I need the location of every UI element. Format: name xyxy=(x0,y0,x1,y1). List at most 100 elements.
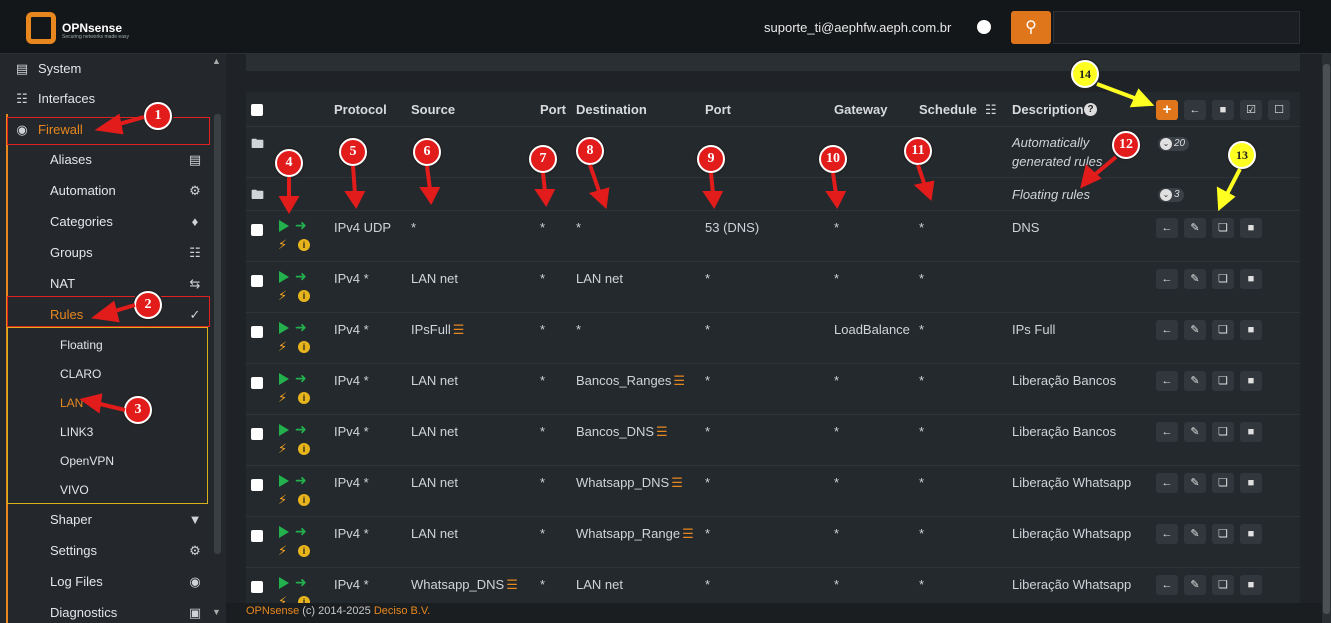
clone-button[interactable]: ❏ xyxy=(1212,473,1234,493)
alias-list-icon[interactable]: ☰ xyxy=(453,322,465,337)
move-button[interactable]: ← xyxy=(1156,320,1178,340)
edit-button[interactable]: ✎ xyxy=(1184,371,1206,391)
sidebar-item-settings[interactable]: Settings ⚙ xyxy=(0,536,210,566)
row-checkbox[interactable] xyxy=(251,428,263,440)
clone-button[interactable]: ❏ xyxy=(1212,269,1234,289)
info-icon[interactable]: i xyxy=(298,392,310,404)
edit-button[interactable]: ✎ xyxy=(1184,422,1206,442)
sidebar-item-diagnostics[interactable]: Diagnostics ▣ xyxy=(0,598,210,623)
row-checkbox[interactable] xyxy=(251,377,263,389)
table-row[interactable]: ➜ ⚡ i IPv4 * LAN net * Whatsapp_Range ☰ *… xyxy=(246,517,1300,568)
search-input[interactable] xyxy=(1053,11,1300,44)
sidebar-item-aliases[interactable]: Aliases ▤ xyxy=(0,145,210,175)
scroll-up-icon[interactable]: ▲ xyxy=(212,56,221,66)
delete-button[interactable]: ■ xyxy=(1240,575,1262,595)
edit-button[interactable]: ✎ xyxy=(1184,575,1206,595)
col-schedule[interactable]: Schedule xyxy=(919,102,977,117)
info-icon[interactable]: i xyxy=(298,545,310,557)
delete-button[interactable]: ■ xyxy=(1240,218,1262,238)
delete-button[interactable]: ■ xyxy=(1240,422,1262,442)
row-checkbox[interactable] xyxy=(251,326,263,338)
opnsense-logo[interactable]: OPNsense Securing networks made easy xyxy=(22,12,142,44)
alias-list-icon[interactable]: ☰ xyxy=(506,577,518,592)
info-icon[interactable]: i xyxy=(298,341,310,353)
table-row[interactable]: ➜ ⚡ i IPv4 * LAN net * Whatsapp_DNS ☰ * *… xyxy=(246,466,1300,517)
sidebar-item-automation[interactable]: Automation ⚙ xyxy=(0,176,210,206)
clone-button[interactable]: ❏ xyxy=(1212,575,1234,595)
pass-icon[interactable] xyxy=(279,373,289,385)
clone-button[interactable]: ❏ xyxy=(1212,524,1234,544)
table-row[interactable]: ➜ ⚡ i IPv4 * LAN net * Bancos_Ranges ☰ * … xyxy=(246,364,1300,415)
pass-icon[interactable] xyxy=(279,220,289,232)
row-checkbox[interactable] xyxy=(251,275,263,287)
sidebar-item-vivo[interactable]: VIVO xyxy=(0,475,210,505)
delete-selected-button[interactable]: ■ xyxy=(1212,100,1234,120)
move-button[interactable]: ← xyxy=(1156,422,1178,442)
sidebar-item-log-files[interactable]: Log Files ◉ xyxy=(0,567,210,597)
col-protocol[interactable]: Protocol xyxy=(334,102,387,117)
pass-icon[interactable] xyxy=(279,271,289,283)
select-all-checkbox[interactable] xyxy=(251,104,263,116)
clone-button[interactable]: ❏ xyxy=(1212,371,1234,391)
sidebar-item-openvpn[interactable]: OpenVPN xyxy=(0,446,210,476)
sidebar-item-nat[interactable]: NAT ⇆ xyxy=(0,269,210,299)
move-button[interactable]: ← xyxy=(1156,473,1178,493)
sidebar-item-groups[interactable]: Groups ☷ xyxy=(0,238,210,268)
alias-list-icon[interactable]: ☰ xyxy=(656,424,668,439)
sidebar-scrollbar[interactable] xyxy=(214,114,221,554)
rule-count-badge[interactable]: ⌄ 20 xyxy=(1158,137,1190,151)
sidebar-item-shaper[interactable]: Shaper ▼ xyxy=(0,505,210,535)
help-icon[interactable]: ? xyxy=(1084,103,1097,116)
move-button[interactable]: ← xyxy=(1156,575,1178,595)
group-row-automatic[interactable]: 🖿 Automatically generated rules ⌄ 20 xyxy=(246,127,1300,178)
col-destination-port[interactable]: Port xyxy=(705,102,731,117)
col-gateway[interactable]: Gateway xyxy=(834,102,887,117)
move-button[interactable]: ← xyxy=(1156,269,1178,289)
alias-list-icon[interactable]: ☰ xyxy=(673,373,685,388)
pass-icon[interactable] xyxy=(279,322,289,334)
sidebar-item-claro[interactable]: CLARO xyxy=(0,359,210,389)
col-source[interactable]: Source xyxy=(411,102,455,117)
move-button[interactable]: ← xyxy=(1156,218,1178,238)
pass-icon[interactable] xyxy=(279,577,289,589)
table-row[interactable]: ➜ ⚡ i IPv4 * IPsFull ☰ * * * LoadBalance … xyxy=(246,313,1300,364)
edit-button[interactable]: ✎ xyxy=(1184,320,1206,340)
page-scrollbar[interactable] xyxy=(1322,54,1331,623)
edit-button[interactable]: ✎ xyxy=(1184,269,1206,289)
clone-button[interactable]: ❏ xyxy=(1212,320,1234,340)
edit-button[interactable]: ✎ xyxy=(1184,473,1206,493)
sidebar-item-floating[interactable]: Floating xyxy=(0,330,210,360)
enable-selected-button[interactable]: ☑ xyxy=(1240,100,1262,120)
delete-button[interactable]: ■ xyxy=(1240,371,1262,391)
col-destination[interactable]: Destination xyxy=(576,102,647,117)
move-button[interactable]: ← xyxy=(1156,371,1178,391)
sidebar-item-interfaces[interactable]: ☷ Interfaces xyxy=(0,84,210,114)
user-name[interactable]: suporte_ti@aephfw.aeph.com.br xyxy=(764,20,951,35)
row-checkbox[interactable] xyxy=(251,530,263,542)
sidebar-item-link3[interactable]: LINK3 xyxy=(0,417,210,447)
pass-icon[interactable] xyxy=(279,475,289,487)
info-icon[interactable]: i xyxy=(298,290,310,302)
table-row[interactable]: ➜ ⚡ i IPv4 UDP * * * 53 (DNS) * * DNS ← … xyxy=(246,211,1300,262)
sidebar-item-lan[interactable]: LAN xyxy=(0,388,210,418)
alias-list-icon[interactable]: ☰ xyxy=(671,475,683,490)
row-checkbox[interactable] xyxy=(251,479,263,491)
move-selected-button[interactable]: ← xyxy=(1184,100,1206,120)
edit-button[interactable]: ✎ xyxy=(1184,524,1206,544)
delete-button[interactable]: ■ xyxy=(1240,524,1262,544)
footer-brand[interactable]: OPNsense xyxy=(246,605,299,617)
clone-button[interactable]: ❏ xyxy=(1212,422,1234,442)
alias-list-icon[interactable]: ☰ xyxy=(682,526,694,541)
col-description[interactable]: Description xyxy=(1012,102,1084,117)
edit-button[interactable]: ✎ xyxy=(1184,218,1206,238)
footer-vendor[interactable]: Deciso B.V. xyxy=(374,605,430,617)
theme-toggle-icon[interactable] xyxy=(977,20,991,34)
delete-button[interactable]: ■ xyxy=(1240,320,1262,340)
search-button[interactable]: ⚲ xyxy=(1011,11,1051,44)
pass-icon[interactable] xyxy=(279,424,289,436)
rule-count-badge[interactable]: ⌄ 3 xyxy=(1158,188,1184,202)
delete-button[interactable]: ■ xyxy=(1240,473,1262,493)
pass-icon[interactable] xyxy=(279,526,289,538)
info-icon[interactable]: i xyxy=(298,494,310,506)
row-checkbox[interactable] xyxy=(251,581,263,593)
